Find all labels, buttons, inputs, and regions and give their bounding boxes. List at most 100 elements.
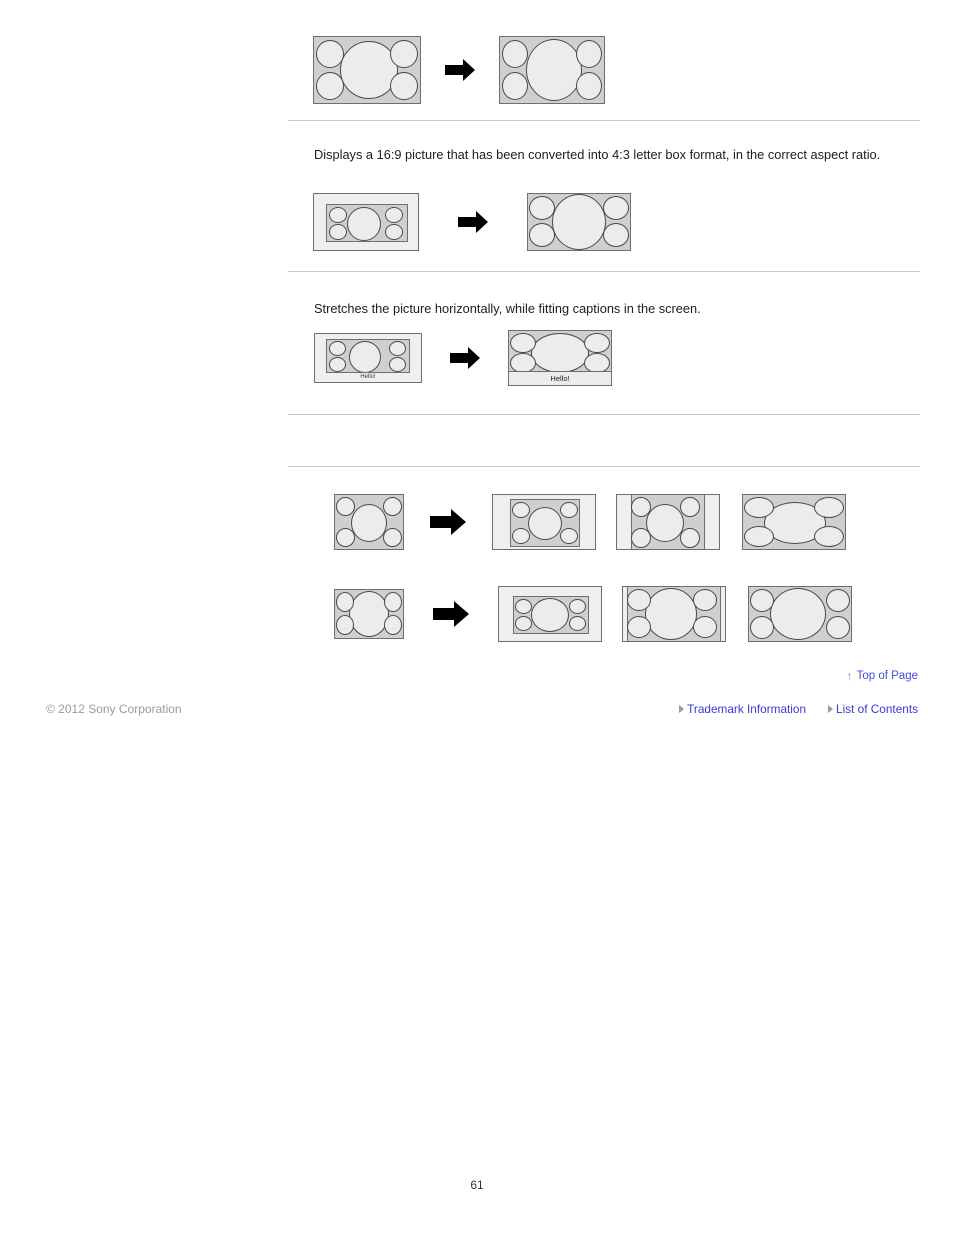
caption-source: Hello!: [360, 374, 376, 380]
trademark-information-label: Trademark Information: [687, 702, 807, 716]
tv-variant-wide: [748, 586, 852, 642]
blob-bottom-left: [316, 72, 344, 100]
blob-bottom-left: [336, 528, 355, 547]
blob-bottom-right: [389, 357, 406, 372]
blob-center: [646, 504, 684, 542]
content-column: Displays a 16:9 picture that has been co…: [288, 0, 920, 657]
diagram-normal: [313, 36, 605, 104]
blob-center: [349, 591, 389, 637]
tv-result-normal: [499, 36, 605, 104]
tv-variant-zoom: [616, 494, 720, 550]
letterbox-inner: [326, 339, 410, 373]
blob-top-left: [329, 341, 346, 356]
blob-top-right: [389, 341, 406, 356]
tv-source-captions: Hello!: [314, 333, 422, 383]
letterbox-inner: [513, 596, 589, 634]
blob-bottom-right: [584, 353, 610, 373]
blob-top-right: [584, 333, 610, 353]
blob-bottom-left: [627, 616, 651, 638]
screen-content: [500, 37, 604, 103]
blob-top-left: [627, 589, 651, 611]
right-arrow-icon: [431, 598, 471, 630]
triangle-right-icon: [679, 705, 685, 713]
tv-source-normal: [313, 36, 421, 104]
right-arrow-icon: [448, 345, 482, 371]
tv-result-letterbox: [527, 193, 631, 251]
footer-links: Trademark Information List of Contents: [679, 702, 918, 716]
blob-bottom-left: [329, 224, 347, 240]
blob-bottom-right: [680, 528, 700, 548]
blob-top-right: [569, 599, 586, 614]
tv-source-4to3: [334, 494, 404, 550]
blob-bottom-right: [569, 616, 586, 631]
tv-result-captions: Hello!: [508, 330, 612, 386]
blob-top-left: [512, 502, 530, 518]
blob-center: [770, 588, 826, 640]
blob-bottom-right: [826, 616, 850, 639]
blob-bottom-left: [750, 616, 774, 639]
tv-variant-normal: [492, 494, 596, 550]
triangle-right-icon: [828, 705, 834, 713]
blob-bottom-right: [385, 224, 403, 240]
blob-top-right: [814, 497, 844, 518]
blob-bottom-left: [510, 353, 536, 373]
blob-bottom-right: [693, 616, 717, 638]
comparison-grid: [288, 467, 920, 657]
up-arrow-icon: ↑: [846, 669, 853, 683]
copyright-text: © 2012 Sony Corporation: [46, 702, 182, 716]
blob-top-right: [390, 40, 418, 68]
blob-bottom-right: [814, 526, 844, 547]
blob-bottom-left: [329, 357, 346, 372]
list-of-contents-link[interactable]: List of Contents: [828, 702, 918, 716]
manual-page: Displays a 16:9 picture that has been co…: [0, 0, 954, 1235]
page-number: 61: [470, 1178, 484, 1192]
blob-bottom-left: [502, 72, 528, 100]
blob-center: [645, 588, 697, 640]
diagram-letterbox: [313, 193, 631, 251]
blob-center: [340, 41, 398, 99]
blob-top-left: [329, 207, 347, 223]
screen-content: [617, 495, 719, 549]
section-captions-description: Stretches the picture horizontally, whil…: [314, 301, 701, 316]
screen-content: [528, 194, 630, 250]
blob-top-right: [693, 589, 717, 611]
letterbox-inner: [326, 204, 408, 242]
blob-top-left: [316, 40, 344, 68]
screen-content: [314, 37, 420, 103]
blob-bottom-left: [512, 528, 530, 544]
right-arrow-icon: [456, 209, 490, 235]
blob-bottom-left: [744, 526, 774, 547]
screen-content: [623, 587, 725, 641]
tv-variant-wide: [742, 494, 846, 550]
blob-bottom-right: [603, 223, 629, 247]
trademark-information-link[interactable]: Trademark Information: [679, 702, 806, 716]
blob-top-left: [336, 497, 355, 516]
screen-content: [743, 495, 845, 549]
blob-center: [552, 194, 606, 250]
blob-bottom-right: [390, 72, 418, 100]
blob-top-left: [529, 196, 555, 220]
blob-bottom-right: [383, 528, 402, 547]
blob-top-left: [336, 592, 354, 612]
blob-center: [531, 598, 569, 632]
top-of-page-link[interactable]: ↑ Top of Page: [847, 670, 918, 682]
letterbox-inner: [510, 499, 580, 547]
blob-top-left: [744, 497, 774, 518]
blob-top-right: [383, 497, 402, 516]
blob-bottom-left: [631, 528, 651, 548]
blob-center: [349, 341, 381, 372]
screen-content: [335, 590, 403, 638]
caption-result: Hello!: [509, 371, 611, 385]
blob-center: [528, 507, 562, 540]
section-captions: Stretches the picture horizontally, whil…: [288, 272, 920, 414]
comparison-row-4to3: [334, 494, 846, 550]
blob-top-right: [384, 592, 402, 612]
blob-top-left: [631, 497, 651, 517]
blob-center: [347, 207, 381, 241]
blob-top-left: [502, 40, 528, 68]
section-normal: [288, 0, 920, 120]
blob-top-right: [385, 207, 403, 223]
blob-center: [531, 333, 589, 373]
section-blank: [288, 415, 920, 466]
blob-top-right: [576, 40, 602, 68]
